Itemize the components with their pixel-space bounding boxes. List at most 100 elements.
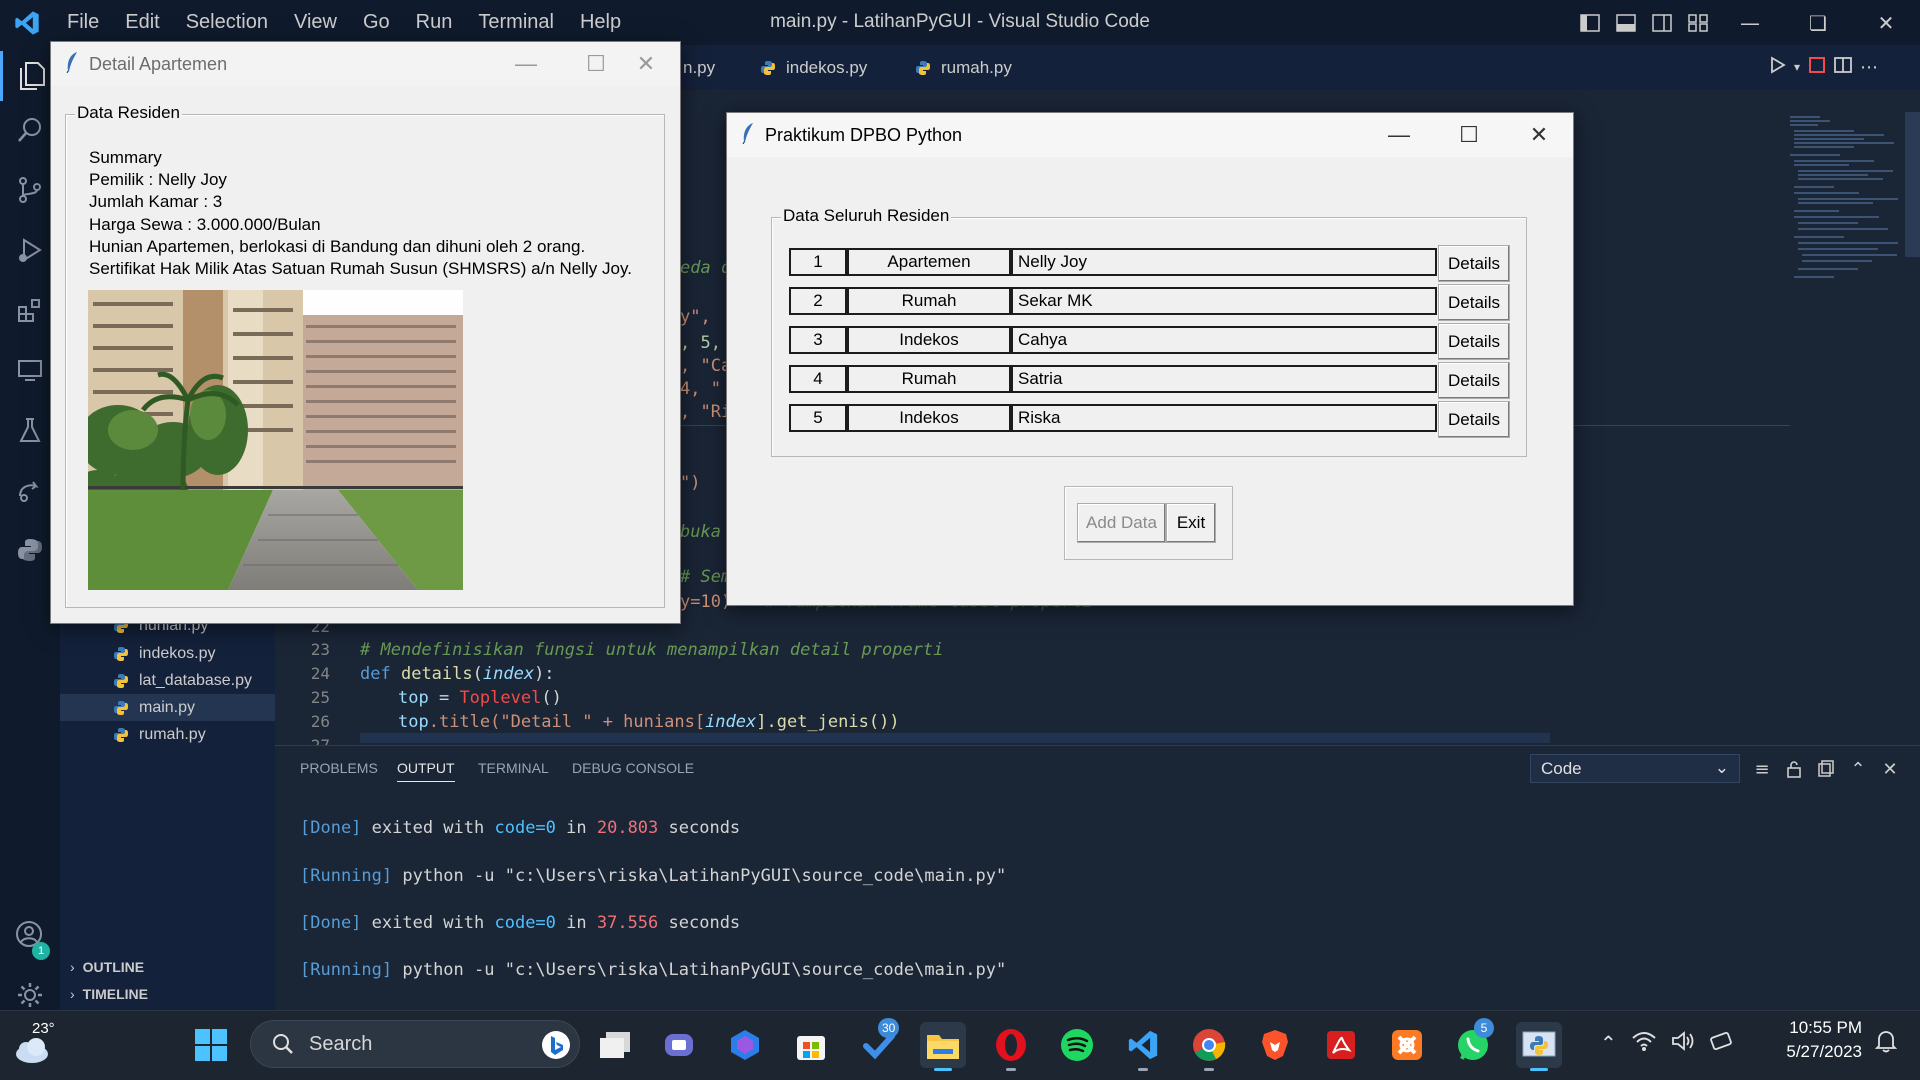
start-windows-icon[interactable] — [188, 1022, 234, 1068]
clock[interactable]: 10:55 PM 5/27/2023 — [1762, 1018, 1862, 1062]
menu-edit[interactable]: Edit — [112, 11, 172, 34]
file-explorer-icon[interactable] — [920, 1022, 966, 1071]
wifi-icon[interactable] — [1631, 1030, 1657, 1056]
output-code: code=0 — [494, 818, 556, 838]
close-icon[interactable]: ✕ — [1504, 113, 1574, 157]
close-panel-icon[interactable]: ✕ — [1878, 757, 1902, 781]
toggle-secondary-sidebar-icon[interactable] — [1644, 0, 1680, 45]
exit-button[interactable]: Exit — [1166, 503, 1216, 543]
battery-icon[interactable] — [1709, 1030, 1735, 1056]
opera-icon[interactable] — [988, 1022, 1034, 1071]
minimap[interactable] — [1790, 112, 1900, 302]
volume-icon[interactable] — [1671, 1030, 1695, 1056]
run-python-file-icon[interactable] — [1768, 56, 1786, 78]
minimize-icon[interactable]: — — [491, 42, 561, 86]
menu-run[interactable]: Run — [403, 11, 466, 34]
summary-owner: Pemilik : Nelly Joy — [89, 170, 227, 189]
panel-tab-output[interactable]: OUTPUT — [397, 760, 455, 782]
editor-scrollbar[interactable] — [1905, 112, 1920, 257]
file-main[interactable]: main.py — [60, 694, 275, 721]
restore-icon[interactable]: ❏ — [1784, 0, 1852, 45]
minimize-icon[interactable]: — — [1716, 0, 1784, 45]
copilot-icon[interactable] — [722, 1022, 768, 1068]
brave-icon[interactable] — [1252, 1022, 1298, 1068]
panel-tab-debug-console[interactable]: DEBUG CONSOLE — [572, 760, 694, 776]
panel-tab-terminal[interactable]: TERMINAL — [478, 760, 549, 776]
todo-icon[interactable]: 30 — [856, 1018, 902, 1068]
code-token: Toplevel — [459, 688, 542, 708]
stop-icon[interactable] — [1808, 56, 1826, 78]
output-code: code=0 — [494, 913, 556, 933]
spotify-icon[interactable] — [1054, 1022, 1100, 1068]
chevron-down-icon[interactable]: ▾ — [1794, 60, 1800, 74]
python-tk-taskbar-icon[interactable] — [1516, 1022, 1562, 1071]
chevron-up-icon[interactable]: ⌃ — [1600, 1031, 1617, 1055]
menu-terminal[interactable]: Terminal — [465, 11, 567, 34]
code-fragment: , 5, — [680, 333, 721, 353]
file-lat-database[interactable]: lat_database.py — [60, 667, 275, 694]
details-button[interactable]: Details — [1438, 401, 1510, 438]
minimize-icon[interactable]: — — [1364, 113, 1434, 157]
menu-file[interactable]: File — [54, 11, 112, 34]
more-actions-icon[interactable]: ⋯ — [1860, 57, 1878, 78]
row-type: Indekos — [847, 404, 1011, 432]
menu-view[interactable]: View — [281, 11, 350, 34]
tab-main[interactable]: n.py — [683, 45, 715, 90]
chevron-down-icon: ⌄ — [1714, 758, 1729, 777]
outline-section[interactable]: › OUTLINE — [60, 954, 275, 980]
details-button[interactable]: Details — [1438, 323, 1510, 360]
code-fragment: buka — [680, 522, 721, 542]
whatsapp-icon[interactable]: 5 — [1450, 1018, 1496, 1068]
microsoft-store-icon[interactable] — [788, 1022, 834, 1068]
menu-go[interactable]: Go — [350, 11, 403, 34]
timeline-section[interactable]: › TIMELINE — [60, 981, 275, 1007]
account-icon[interactable]: 1 — [0, 910, 60, 960]
open-in-editor-icon[interactable] — [1814, 757, 1838, 781]
toggle-panel-icon[interactable] — [1608, 0, 1644, 45]
menu-selection[interactable]: Selection — [173, 11, 281, 34]
close-icon[interactable]: ✕ — [611, 42, 681, 86]
menu-help[interactable]: Help — [567, 11, 634, 34]
main-window: Praktikum DPBO Python — ☐ ✕ Data Seluruh… — [726, 112, 1574, 606]
panel-tab-problems[interactable]: PROBLEMS — [300, 760, 378, 776]
row-number: 4 — [789, 365, 847, 393]
code-token: .title("Detail " + hunians[ — [428, 712, 706, 732]
editor-actions: ▾ ⋯ — [1768, 56, 1878, 78]
details-button[interactable]: Details — [1438, 245, 1510, 282]
teams-chat-icon[interactable] — [656, 1022, 702, 1068]
line-number: 24 — [310, 664, 330, 683]
file-indekos[interactable]: indekos.py — [60, 640, 275, 667]
toggle-sidebar-icon[interactable] — [1572, 0, 1608, 45]
horizontal-scrollbar[interactable] — [360, 733, 1550, 743]
details-button[interactable]: Details — [1438, 362, 1510, 399]
notifications-icon[interactable] — [1873, 1028, 1899, 1058]
weather-widget[interactable]: 23° — [12, 1020, 72, 1070]
xampp-icon[interactable] — [1384, 1022, 1430, 1068]
code-token: index — [705, 712, 757, 732]
customize-layout-icon[interactable] — [1680, 0, 1716, 45]
output-channel-select[interactable]: Code ⌄ — [1530, 754, 1740, 783]
bing-icon[interactable] — [541, 1030, 571, 1066]
close-icon[interactable]: ✕ — [1852, 0, 1920, 45]
acrobat-icon[interactable] — [1318, 1022, 1364, 1068]
row-type: Rumah — [847, 287, 1011, 315]
clear-output-icon[interactable]: ≡ — [1750, 757, 1774, 781]
tab-indekos[interactable]: indekos.py — [760, 45, 867, 90]
details-button[interactable]: Details — [1438, 284, 1510, 321]
file-rumah[interactable]: rumah.py — [60, 721, 275, 748]
task-view-icon[interactable] — [592, 1022, 638, 1068]
lock-scroll-icon[interactable] — [1782, 757, 1806, 781]
maximize-panel-icon[interactable]: ⌃ — [1846, 757, 1870, 781]
maximize-icon[interactable]: ☐ — [1434, 113, 1504, 157]
code-token: index — [482, 664, 535, 684]
row-name: Satria — [1011, 365, 1437, 393]
row-name: Sekar MK — [1011, 287, 1437, 315]
code-comment: # Mendefinisikan fungsi untuk menampilka… — [360, 640, 944, 660]
taskbar-search[interactable]: Search — [250, 1020, 580, 1068]
chrome-icon[interactable] — [1186, 1022, 1232, 1071]
vscode-logo-icon — [0, 0, 54, 45]
tab-rumah[interactable]: rumah.py — [915, 45, 1012, 90]
split-editor-icon[interactable] — [1834, 56, 1852, 78]
vscode-taskbar-icon[interactable] — [1120, 1022, 1166, 1071]
add-data-button[interactable]: Add Data — [1077, 503, 1166, 543]
